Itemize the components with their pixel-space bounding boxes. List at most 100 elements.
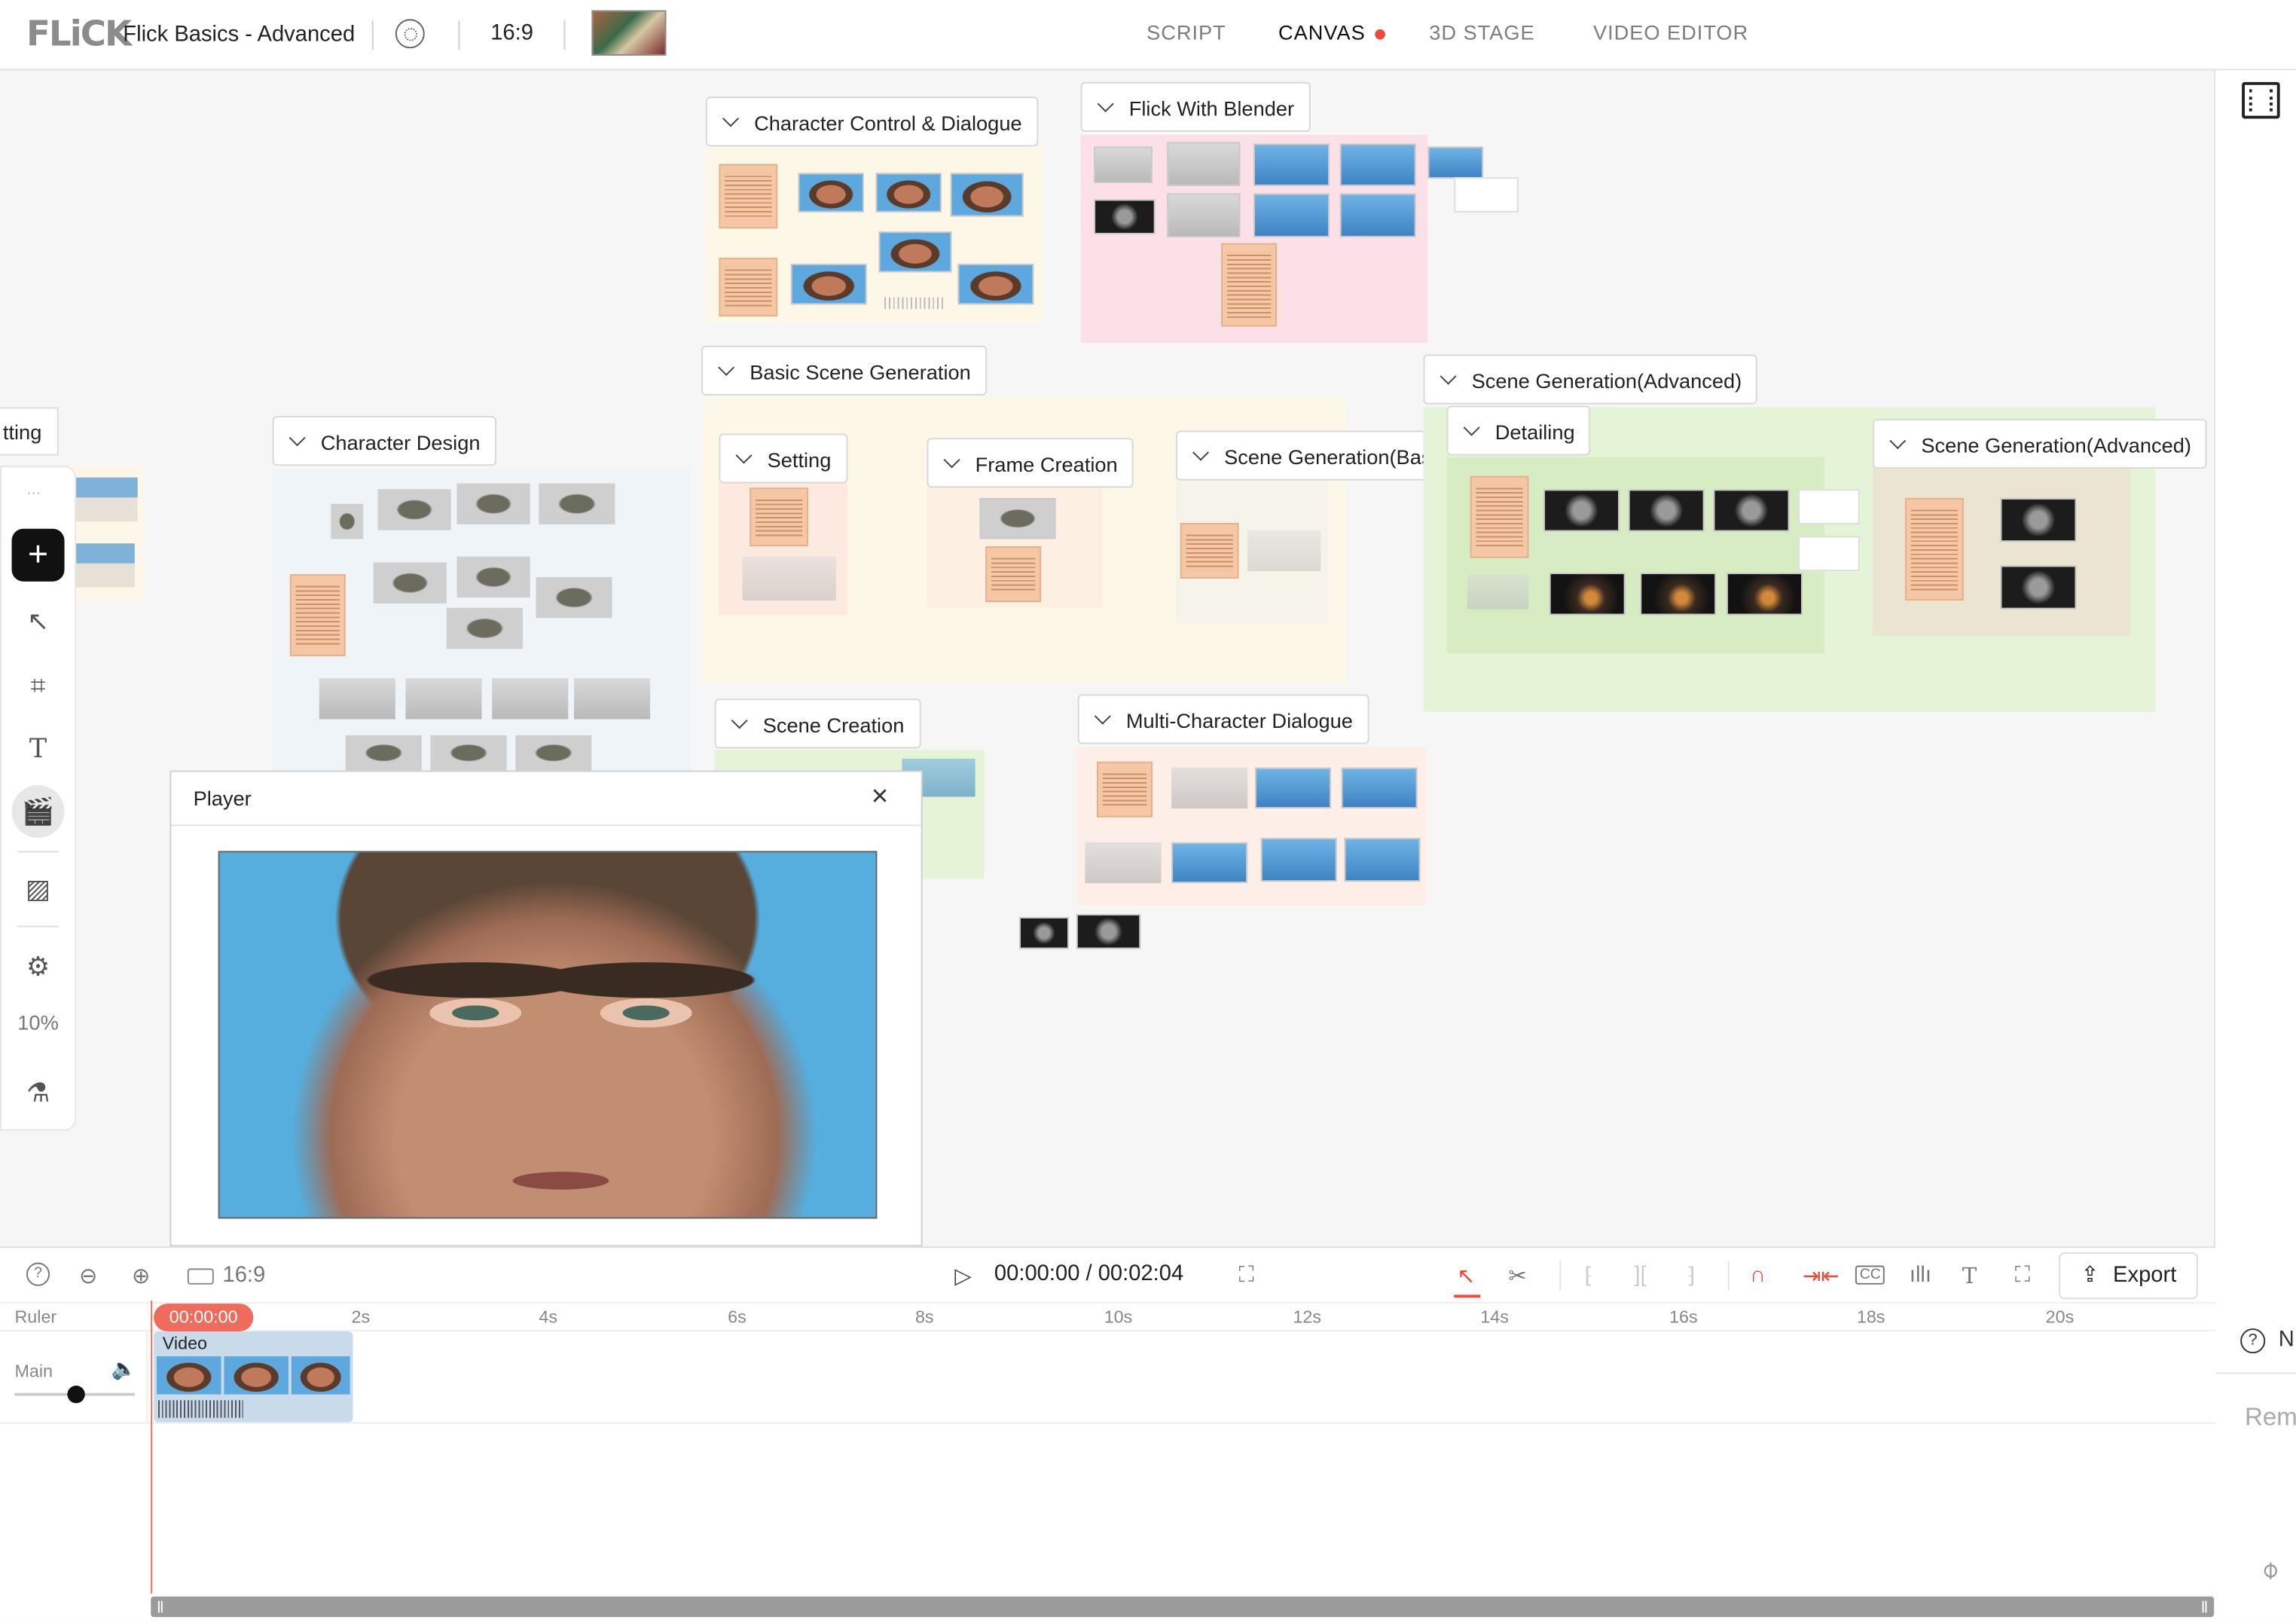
aspect-ratio-icon[interactable] bbox=[187, 1268, 214, 1285]
note-card[interactable] bbox=[289, 574, 346, 656]
image-thumbnail[interactable] bbox=[1171, 767, 1248, 809]
note-card[interactable] bbox=[719, 258, 778, 316]
image-thumbnail[interactable] bbox=[405, 678, 482, 720]
zoom-out-icon[interactable]: ⊖ bbox=[79, 1263, 97, 1289]
image-thumbnail[interactable] bbox=[345, 735, 422, 771]
image-thumbnail[interactable] bbox=[1260, 837, 1337, 882]
timeline-scrollbar[interactable] bbox=[151, 1596, 2215, 1618]
image-thumbnail[interactable] bbox=[1254, 767, 1332, 809]
image-thumbnail[interactable] bbox=[515, 735, 592, 771]
image-thumbnail[interactable] bbox=[742, 556, 836, 601]
playhead-line[interactable] bbox=[151, 1301, 153, 1594]
text-icon[interactable]: T bbox=[1962, 1263, 1977, 1289]
node-card[interactable] bbox=[1798, 489, 1860, 524]
add-button[interactable]: + bbox=[11, 528, 65, 582]
image-thumbnail[interactable] bbox=[1094, 199, 1156, 235]
image-thumbnail[interactable] bbox=[1427, 146, 1484, 179]
scroll-handle-right[interactable] bbox=[2202, 1600, 2207, 1613]
play-icon[interactable]: ▷ bbox=[954, 1263, 971, 1289]
image-thumbnail[interactable] bbox=[957, 263, 1034, 305]
storyboard-icon[interactable] bbox=[2242, 81, 2280, 119]
scroll-handle-left[interactable] bbox=[157, 1600, 163, 1613]
image-thumbnail[interactable] bbox=[456, 483, 530, 524]
clapperboard-icon[interactable]: 🎬 bbox=[11, 784, 65, 838]
note-card[interactable] bbox=[719, 164, 778, 229]
help-icon[interactable]: ? bbox=[26, 1262, 50, 1286]
film-reel-icon[interactable] bbox=[395, 19, 425, 49]
player-video-frame[interactable] bbox=[218, 851, 878, 1219]
image-icon[interactable]: ▨ bbox=[12, 863, 65, 915]
note-card[interactable] bbox=[1905, 497, 1964, 601]
image-thumbnail[interactable] bbox=[798, 173, 864, 212]
note-card[interactable] bbox=[1221, 243, 1278, 327]
magnet-icon[interactable]: ∩ bbox=[1750, 1263, 1766, 1288]
group-header-setting[interactable]: Setting bbox=[719, 433, 847, 484]
image-thumbnail[interactable] bbox=[2000, 565, 2077, 610]
image-thumbnail[interactable] bbox=[950, 173, 1024, 217]
help-icon[interactable]: ? bbox=[2240, 1328, 2266, 1354]
group-header-partial[interactable]: tting bbox=[0, 407, 59, 456]
group-header-basic-scene[interactable]: Basic Scene Generation bbox=[701, 345, 988, 396]
video-clip[interactable]: Video bbox=[154, 1331, 353, 1423]
group-header-detailing[interactable]: Detailing bbox=[1446, 405, 1592, 456]
image-thumbnail[interactable] bbox=[319, 678, 395, 720]
image-thumbnail[interactable] bbox=[1339, 193, 1416, 237]
timeline-aspect-ratio[interactable]: 16:9 bbox=[222, 1263, 265, 1288]
note-card[interactable] bbox=[1096, 761, 1153, 818]
image-thumbnail[interactable] bbox=[1543, 489, 1620, 532]
image-thumbnail[interactable] bbox=[331, 503, 364, 539]
image-thumbnail[interactable] bbox=[1713, 489, 1790, 532]
zoom-in-icon[interactable]: ⊕ bbox=[132, 1263, 150, 1289]
aspect-ratio-button[interactable]: 16:9 bbox=[490, 20, 533, 45]
image-thumbnail[interactable] bbox=[76, 477, 138, 522]
flick-logo[interactable]: FLiCK bbox=[26, 13, 132, 53]
image-thumbnail[interactable] bbox=[1167, 142, 1241, 186]
group-header-flick-blender[interactable]: Flick With Blender bbox=[1080, 81, 1311, 132]
image-thumbnail[interactable] bbox=[1549, 573, 1626, 616]
group-header-scene-gen-advanced-2[interactable]: Scene Generation(Advanced) bbox=[1873, 418, 2208, 469]
image-thumbnail[interactable] bbox=[1076, 913, 1141, 949]
text-tool-icon[interactable]: T bbox=[12, 722, 65, 775]
crop-icon[interactable]: ⛶ bbox=[2015, 1263, 2030, 1288]
image-thumbnail[interactable] bbox=[377, 489, 451, 530]
image-thumbnail[interactable] bbox=[574, 678, 651, 720]
note-card[interactable] bbox=[750, 488, 809, 547]
image-thumbnail[interactable] bbox=[1628, 489, 1705, 532]
zoom-level[interactable]: 10% bbox=[0, 1010, 76, 1034]
trim-start-icon[interactable]: ⁅ bbox=[1584, 1263, 1592, 1289]
group-header-scene-gen-advanced[interactable]: Scene Generation(Advanced) bbox=[1423, 354, 1758, 405]
trim-end-icon[interactable]: ⁆ bbox=[1687, 1263, 1695, 1289]
tab-video-editor[interactable]: VIDEO EDITOR bbox=[1593, 20, 1748, 44]
frame-tool-icon[interactable]: ⌗ bbox=[12, 659, 65, 712]
image-thumbnail[interactable] bbox=[1341, 767, 1418, 809]
speaker-icon[interactable]: 🔈 bbox=[111, 1356, 137, 1381]
note-card[interactable] bbox=[1180, 522, 1239, 579]
project-thumbnail[interactable] bbox=[591, 10, 667, 56]
image-thumbnail[interactable] bbox=[1726, 573, 1803, 616]
captions-icon[interactable]: CC bbox=[1855, 1265, 1885, 1285]
trim-middle-icon[interactable]: ][ bbox=[1634, 1263, 1646, 1288]
export-button[interactable]: ⇪ Export bbox=[2059, 1252, 2198, 1300]
drag-handle-icon[interactable]: ⋯ bbox=[26, 486, 42, 502]
note-card[interactable] bbox=[985, 546, 1042, 602]
image-thumbnail[interactable] bbox=[1171, 842, 1248, 884]
volume-slider-knob[interactable] bbox=[67, 1385, 85, 1404]
image-thumbnail[interactable] bbox=[76, 543, 135, 588]
image-thumbnail[interactable] bbox=[1094, 146, 1153, 183]
image-thumbnail[interactable] bbox=[492, 678, 569, 720]
image-thumbnail[interactable] bbox=[1167, 193, 1241, 237]
image-thumbnail[interactable] bbox=[539, 483, 615, 524]
fullscreen-icon[interactable]: ⛶ bbox=[1239, 1263, 1254, 1288]
image-thumbnail[interactable] bbox=[1467, 574, 1529, 610]
node-card[interactable] bbox=[1454, 177, 1519, 212]
audio-wave-icon[interactable]: ıllı bbox=[1910, 1263, 1931, 1288]
lab-flask-icon[interactable]: ⚗ bbox=[12, 1066, 65, 1119]
playhead-time[interactable]: 00:00:00 bbox=[154, 1304, 254, 1332]
image-thumbnail[interactable] bbox=[536, 576, 612, 619]
image-thumbnail[interactable] bbox=[790, 263, 867, 305]
image-thumbnail[interactable] bbox=[979, 497, 1056, 539]
scissors-icon[interactable]: ✂ bbox=[1508, 1263, 1526, 1289]
group-header-character-design[interactable]: Character Design bbox=[272, 416, 496, 466]
node-card[interactable] bbox=[1798, 536, 1860, 572]
image-thumbnail[interactable] bbox=[1640, 573, 1717, 616]
